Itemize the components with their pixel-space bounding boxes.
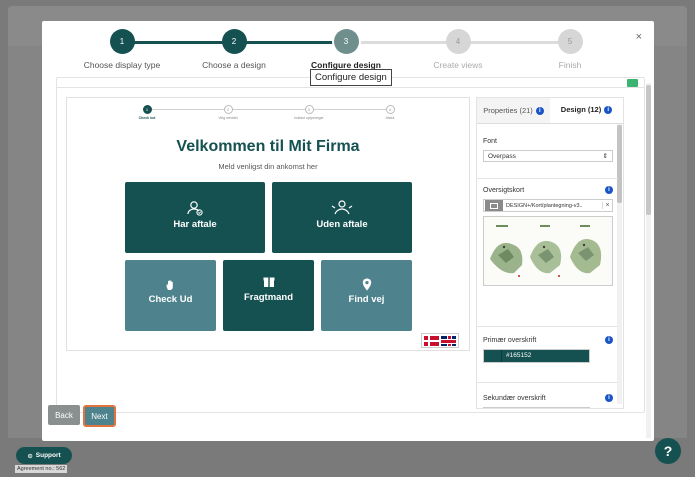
- overview-map-thumbnail[interactable]: [483, 216, 613, 286]
- modal-scrollbar-thumb[interactable]: [646, 85, 651, 215]
- step-configure-design[interactable]: 3 Configure design: [281, 29, 411, 70]
- map-pin-icon: [362, 278, 371, 291]
- tile-har-aftale[interactable]: Har aftale: [125, 182, 265, 253]
- tile-label: Uden aftale: [316, 219, 368, 230]
- info-icon[interactable]: i: [605, 336, 613, 344]
- tile-label: Check Ud: [148, 294, 193, 305]
- help-circle-icon: ⊙: [27, 452, 33, 460]
- step-choose-a-design[interactable]: 2 Choose a design: [169, 29, 299, 70]
- help-button[interactable]: ?: [655, 438, 681, 464]
- panel-tabs: Properties (21) i Design (12) i: [477, 98, 623, 124]
- preview-step: 3 Indtast oplysninger: [269, 105, 349, 120]
- tab-properties[interactable]: Properties (21) i: [477, 98, 550, 123]
- support-button[interactable]: ⊙ Support: [16, 447, 72, 464]
- font-select-value: Overpass: [488, 152, 516, 160]
- tile-uden-aftale[interactable]: Uden aftale: [272, 182, 412, 253]
- tile-fragtmand[interactable]: Fragtmand: [223, 260, 314, 331]
- secondary-color-picker[interactable]: #165152: [483, 407, 590, 409]
- support-label: Support: [35, 452, 61, 459]
- step-finish[interactable]: 5 Finish: [505, 29, 635, 70]
- step-label: Finish: [558, 60, 582, 70]
- preview-step-number: 1: [142, 105, 152, 114]
- back-button[interactable]: Back: [48, 405, 80, 425]
- tab-label: Properties (21): [483, 106, 533, 115]
- next-button[interactable]: Next: [83, 405, 116, 427]
- step-number: 4: [445, 29, 471, 54]
- preview-step: 2 Velg meddel: [188, 105, 268, 120]
- preview-title: Velkommen til Mit Firma: [176, 138, 360, 155]
- secondary-heading-label: Sekundær overskrift: [483, 394, 546, 402]
- preview-step: 1 Check ind: [107, 105, 187, 120]
- properties-panel: Properties (21) i Design (12) i Font Ove…: [476, 97, 624, 409]
- package-icon: [263, 277, 274, 287]
- section-divider: [477, 326, 618, 327]
- step-number: 1: [109, 29, 135, 54]
- save-indicator-icon[interactable]: [627, 79, 638, 87]
- clear-icon[interactable]: ×: [602, 202, 612, 209]
- hand-wave-icon: [166, 280, 173, 290]
- primary-heading-section: Primær overskrift i #165152: [483, 336, 613, 363]
- step-label: Choose a design: [202, 60, 266, 70]
- preview-step-label: Velg meddel: [218, 116, 238, 120]
- step-number: 2: [221, 29, 247, 54]
- step-tooltip: Configure design: [310, 69, 392, 86]
- tab-label: Design (12): [560, 105, 602, 114]
- uk-flag-icon[interactable]: [441, 335, 456, 346]
- overview-file-name: DESIGN+/Kort/plantegning-v3..: [506, 202, 583, 209]
- tile-check-ud[interactable]: Check Ud: [125, 260, 216, 331]
- primary-color-value[interactable]: #165152: [501, 350, 589, 362]
- section-divider: [477, 382, 618, 383]
- person-wave-icon: [331, 200, 353, 215]
- preview-step-label: Check ind: [138, 116, 156, 120]
- font-section: Font Overpass ⇕: [483, 138, 613, 162]
- step-label: Choose display type: [83, 60, 161, 70]
- preview-step-number: 3: [304, 105, 314, 114]
- section-divider: [477, 178, 618, 179]
- person-check-icon: [187, 201, 203, 216]
- preview-step-number: 4: [385, 105, 395, 114]
- preview-step: 4 Afslut: [350, 105, 430, 120]
- font-select[interactable]: Overpass ⇕: [483, 150, 613, 162]
- tab-design[interactable]: Design (12) i: [550, 98, 623, 123]
- tile-label: Har aftale: [173, 219, 217, 230]
- step-choose-display-type[interactable]: 1 Choose display type: [57, 29, 187, 70]
- font-label: Font: [483, 138, 498, 145]
- overview-map-section: Oversigtskort i DESIGN+/Kort/plantegning…: [483, 186, 613, 286]
- step-number: 3: [333, 29, 359, 54]
- info-icon[interactable]: i: [605, 186, 613, 194]
- tile-label: Find vej: [348, 294, 385, 305]
- chevron-updown-icon: ⇕: [602, 153, 608, 160]
- step-label: Create views: [433, 60, 483, 70]
- tile-find-vej[interactable]: Find vej: [321, 260, 412, 331]
- preview-step-number: 2: [223, 105, 233, 114]
- floorplan-image: [484, 217, 608, 285]
- wizard-modal: × 1 Choose display type 2 Choose a desig…: [42, 21, 654, 441]
- info-icon[interactable]: i: [604, 105, 613, 114]
- color-swatch[interactable]: [484, 350, 501, 362]
- design-preview: 1 Check ind 2 Velg meddel 3 Indtast oply…: [66, 97, 470, 351]
- overview-file-picker[interactable]: DESIGN+/Kort/plantegning-v3.. ×: [483, 199, 613, 212]
- preview-step-label: Afslut: [385, 116, 395, 120]
- tile-label: Fragtmand: [243, 292, 294, 303]
- primary-heading-label: Primær overskrift: [483, 336, 537, 344]
- overview-label: Oversigtskort: [483, 186, 525, 194]
- language-switcher[interactable]: [421, 333, 459, 348]
- info-icon[interactable]: i: [535, 106, 544, 115]
- secondary-color-value[interactable]: #165152: [501, 408, 589, 409]
- preview-step-label: Indtast oplysninger: [294, 116, 324, 120]
- secondary-heading-section: Sekundær overskrift i #165152: [483, 394, 613, 409]
- info-icon[interactable]: i: [605, 394, 613, 402]
- agreement-number: Agreement no.: 562: [15, 465, 68, 473]
- preview-subtitle: Meld venligst din ankomst her: [218, 162, 318, 171]
- step-create-views[interactable]: 4 Create views: [393, 29, 523, 70]
- primary-color-picker[interactable]: #165152: [483, 349, 590, 363]
- step-number: 5: [557, 29, 583, 54]
- color-swatch[interactable]: [484, 408, 501, 409]
- image-icon: [485, 200, 503, 211]
- panel-scrollbar-thumb[interactable]: [617, 125, 622, 203]
- danish-flag-icon[interactable]: [424, 335, 439, 346]
